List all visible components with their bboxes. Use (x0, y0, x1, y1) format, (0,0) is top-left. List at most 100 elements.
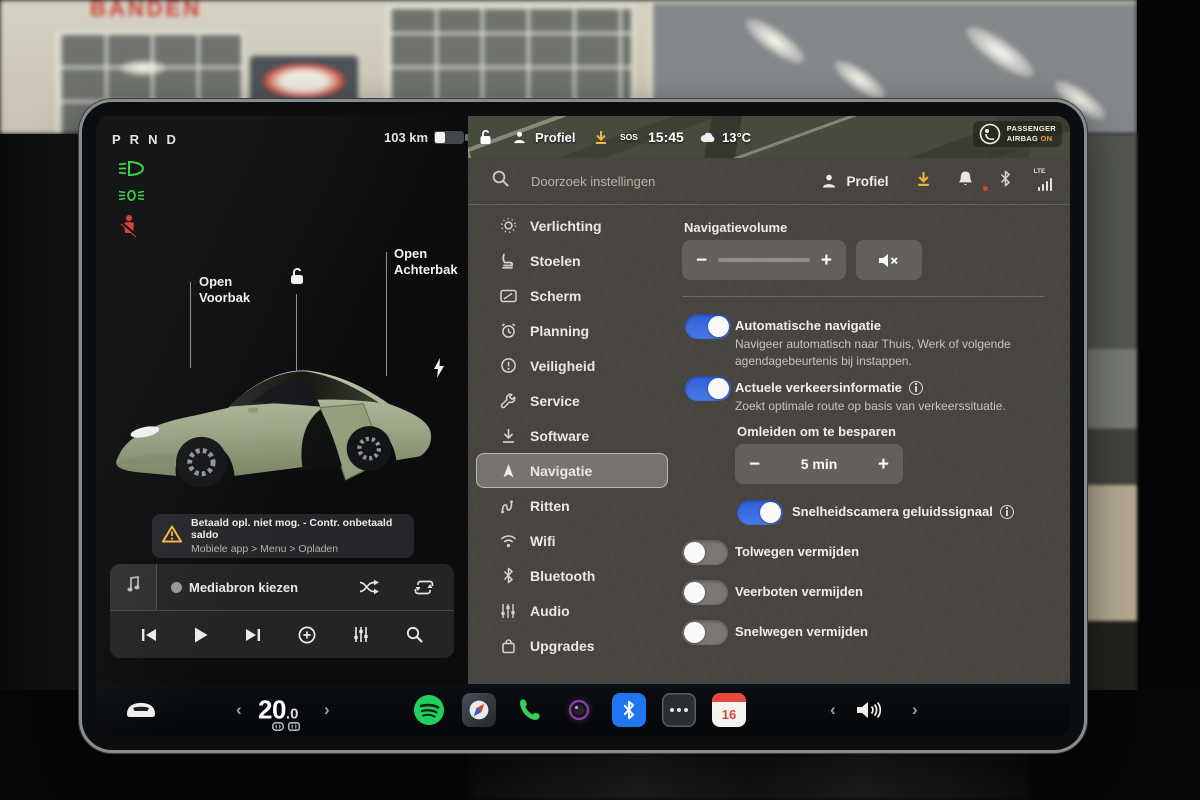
vehicle-status-panel: PRND 103 km Open Voorbak Open Achterbak (96, 116, 468, 684)
battery-icon (434, 131, 464, 144)
open-frunk-label-line1: Open (199, 274, 250, 290)
display: PRND 103 km Open Voorbak Open Achterbak (96, 116, 1070, 736)
temp-up-chevron[interactable]: › (324, 700, 330, 720)
calendar-app-icon[interactable]: 16 (712, 693, 746, 727)
warning-triangle-icon (162, 525, 182, 548)
tesla-touchscreen: PRND 103 km Open Voorbak Open Achterbak (82, 102, 1084, 750)
volume-minus-button[interactable]: − (696, 251, 707, 270)
more-apps-icon[interactable] (662, 693, 696, 727)
avoid-highways-label: Snelwegen vermijden (735, 624, 868, 639)
detour-stepper[interactable]: − 5 min + (735, 444, 903, 484)
defrost-rear-icon (288, 722, 300, 731)
auto-navigation-title: Automatische navigatie (735, 318, 881, 333)
play-button[interactable] (194, 627, 208, 643)
speed-camera-toggle[interactable] (737, 500, 783, 525)
map-update-icon[interactable] (594, 116, 608, 158)
spotify-app-icon[interactable] (412, 693, 446, 727)
open-trunk-label-line1: Open (394, 246, 458, 262)
climate-mini-icons (272, 722, 300, 731)
car-controls-button[interactable] (124, 699, 158, 721)
live-traffic-toggle[interactable] (685, 376, 731, 401)
airbag-icon (979, 123, 1001, 145)
lock-status-icon[interactable] (478, 116, 493, 158)
airbag-state: ON (1041, 134, 1053, 143)
media-source-tab[interactable] (110, 564, 157, 610)
temp-down-chevron[interactable]: ‹ (236, 700, 242, 720)
defrost-icon (272, 722, 284, 731)
gear-d: D (166, 132, 175, 147)
auto-navigation-toggle[interactable] (685, 314, 731, 339)
avoid-tolls-label: Tolwegen vermijden (735, 544, 859, 559)
passenger-airbag-indicator: PASSENGER AIRBAG ON (973, 121, 1062, 147)
auto-navigation-desc: Navigeer automatisch naar Thuis, Werk of… (735, 336, 1045, 370)
gear-n: N (148, 132, 157, 147)
mute-button[interactable] (856, 240, 922, 280)
equalizer-button[interactable] (353, 626, 369, 643)
map-profile-label: Profiel (535, 130, 575, 145)
avoid-ferries-label: Veerboten vermijden (735, 584, 863, 599)
volume-down-chevron[interactable]: ‹ (830, 700, 836, 720)
media-source-label: Mediabron kiezen (189, 580, 298, 595)
media-player: Mediabron kiezen (110, 564, 454, 658)
settings-panel: Doorzoek instellingen Profiel LTE (468, 158, 1070, 684)
weather: 13°C (700, 116, 751, 158)
low-beam-icon (118, 160, 145, 182)
previous-track-button[interactable] (141, 628, 157, 642)
bluetooth-app-icon[interactable] (612, 693, 646, 727)
charging-warning-banner[interactable]: Betaald opl. niet mog. - Contr. onbetaal… (152, 514, 414, 558)
add-to-favorites-button[interactable] (298, 626, 316, 644)
unlock-icon[interactable] (287, 266, 307, 291)
map-strip[interactable]: Profiel SOS 15:45 13°C PASSENGER AIRBAG … (468, 116, 1070, 158)
section-divider (682, 296, 1044, 297)
outside-temp: 13°C (722, 130, 751, 145)
avoid-ferries-toggle[interactable] (682, 580, 728, 605)
warning-subtitle: Mobiele app > Menu > Opladen (191, 543, 404, 555)
volume-plus-button[interactable]: + (821, 251, 832, 270)
avoid-tolls-toggle[interactable] (682, 540, 728, 565)
repeat-icon[interactable] (414, 579, 434, 596)
camera-app-icon[interactable] (562, 693, 596, 727)
info-icon[interactable] (909, 381, 923, 395)
cabin-temperature[interactable]: 20.0 (258, 695, 298, 726)
shuffle-icon[interactable] (359, 579, 380, 596)
avoid-highways-toggle[interactable] (682, 620, 728, 645)
info-icon[interactable] (1000, 505, 1014, 519)
range-value: 103 km (384, 130, 428, 145)
detour-value: 5 min (801, 456, 838, 472)
map-profile-button[interactable]: Profiel (512, 116, 575, 158)
media-search-button[interactable] (406, 626, 423, 643)
open-frunk-button[interactable]: Open Voorbak (199, 274, 250, 307)
cloud-icon (700, 132, 717, 143)
temp-decimal: .0 (286, 706, 299, 723)
open-trunk-button[interactable]: Open Achterbak (394, 246, 458, 279)
gear-p: P (112, 132, 121, 147)
volume-up-chevron[interactable]: › (912, 700, 918, 720)
airbag-text-line1: PASSENGER (1007, 124, 1056, 134)
music-note-icon (127, 576, 140, 598)
settings-region: Profiel SOS 15:45 13°C PASSENGER AIRBAG … (468, 116, 1070, 684)
speed-camera-title: Snelheidscamera geluidssignaal (792, 504, 1014, 519)
open-frunk-label-line2: Voorbak (199, 290, 250, 306)
media-source-logo (171, 582, 182, 593)
charge-port-bolt-icon[interactable] (432, 358, 446, 383)
volume-track[interactable] (718, 258, 810, 262)
detour-label: Omleiden om te besparen (737, 424, 896, 439)
mute-speaker-icon (878, 252, 900, 269)
nav-volume-label: Navigatievolume (684, 220, 787, 235)
volume-speaker-icon[interactable] (856, 699, 884, 721)
sos-icon[interactable]: SOS (620, 116, 638, 158)
phone-app-icon[interactable] (512, 693, 546, 727)
maps-app-icon[interactable] (462, 693, 496, 727)
detour-plus-button[interactable]: + (878, 455, 889, 474)
app-dock: ‹ 20.0 › 16 ‹ (96, 684, 1070, 736)
media-source-picker[interactable]: Mediabron kiezen (171, 580, 298, 595)
live-traffic-title: Actuele verkeersinformatie (735, 380, 923, 395)
live-traffic-desc: Zoekt optimale route op basis van verkee… (735, 398, 1045, 415)
car-visualization[interactable] (104, 314, 449, 514)
building-logo-sign (250, 56, 358, 106)
position-lights-icon (118, 188, 145, 208)
detour-minus-button[interactable]: − (749, 455, 760, 474)
nav-volume-slider[interactable]: − + (682, 240, 846, 280)
open-trunk-label-line2: Achterbak (394, 262, 458, 278)
next-track-button[interactable] (245, 628, 261, 642)
